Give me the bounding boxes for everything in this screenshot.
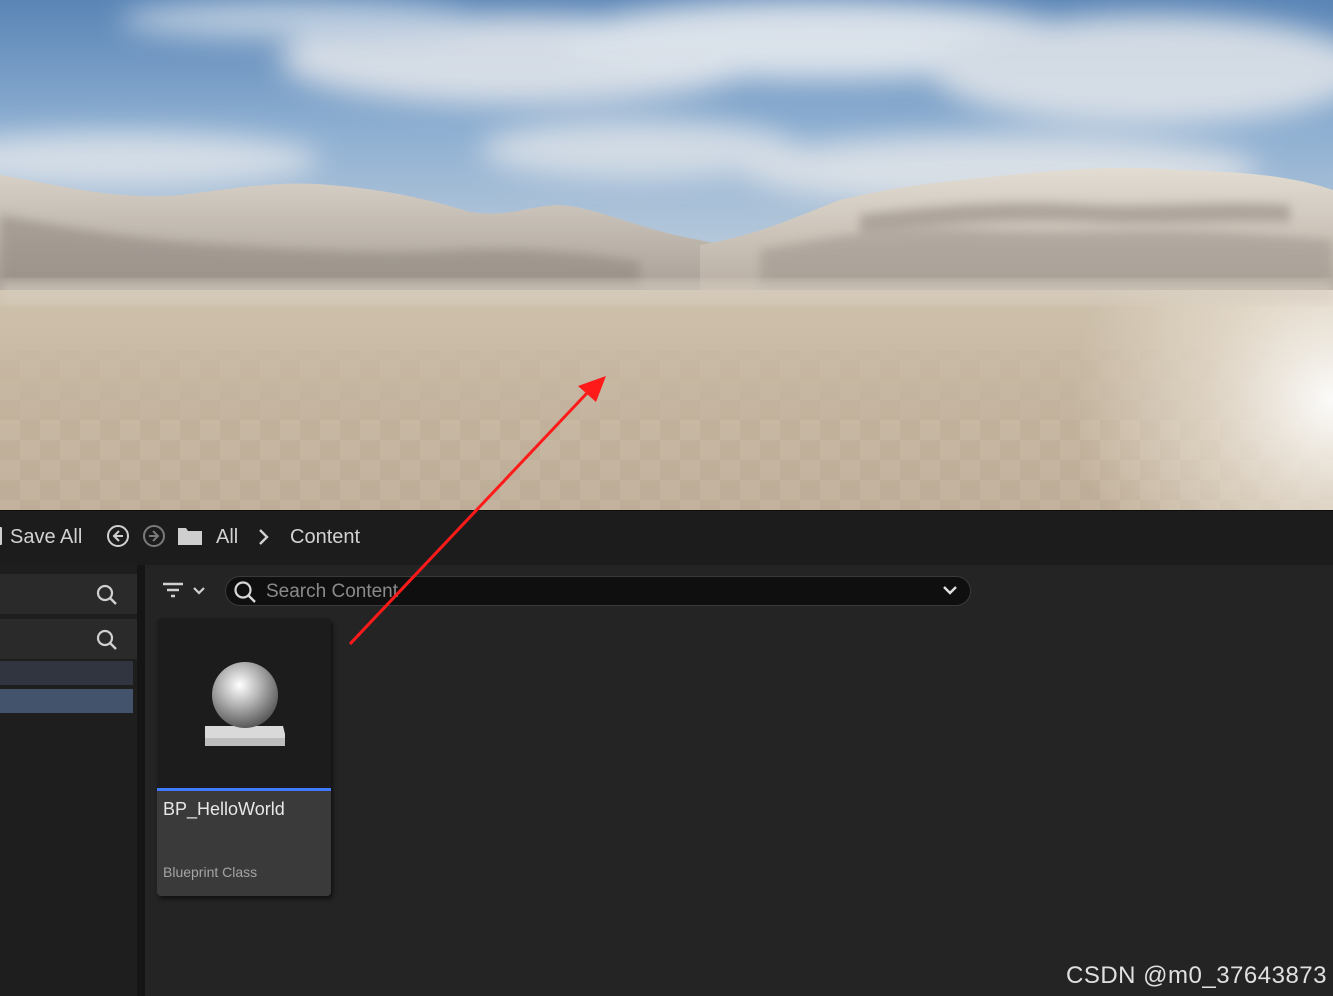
watermark: CSDN @m0_37643873 xyxy=(1065,962,1327,989)
breadcrumb-content[interactable]: Content xyxy=(290,524,360,550)
folder-tree-row-selected[interactable] xyxy=(0,689,133,713)
search-content-box[interactable] xyxy=(225,576,971,606)
filter-dropdown-button[interactable] xyxy=(161,579,211,605)
folder-tree-row[interactable] xyxy=(0,661,133,685)
search-icon[interactable] xyxy=(95,628,119,657)
asset-tile[interactable]: BP_HelloWorld Blueprint Class xyxy=(157,618,331,896)
search-icon[interactable] xyxy=(95,583,119,612)
back-arrow-icon[interactable] xyxy=(106,524,130,553)
asset-name: BP_HelloWorld xyxy=(163,799,285,819)
blueprint-sphere-icon xyxy=(205,662,285,746)
asset-thumbnail xyxy=(157,618,331,788)
sources-panel xyxy=(0,565,137,996)
favorites-search[interactable] xyxy=(0,574,137,614)
folder-icon xyxy=(177,525,203,552)
panel-splitter[interactable] xyxy=(137,565,145,996)
viewport-scene xyxy=(0,0,1333,510)
asset-view: BP_HelloWorld Blueprint Class xyxy=(145,565,1333,996)
asset-type-color-bar xyxy=(157,788,331,791)
asset-type-label: Blueprint Class xyxy=(163,864,258,880)
content-browser-toolbar: Save All All Content xyxy=(0,510,1333,566)
save-all-button[interactable]: Save All xyxy=(10,524,82,550)
forward-arrow-icon[interactable] xyxy=(142,524,166,553)
chevron-right-icon xyxy=(257,528,271,551)
folders-search[interactable] xyxy=(0,619,137,659)
save-icon xyxy=(0,527,4,552)
search-input[interactable] xyxy=(264,579,928,605)
level-viewport[interactable] xyxy=(0,0,1333,510)
unreal-editor-window: Save All All Content Search Content BP_H… xyxy=(0,0,1333,996)
breadcrumb-all[interactable]: All xyxy=(216,524,238,550)
chevron-down-icon[interactable] xyxy=(942,584,958,603)
search-icon xyxy=(232,579,258,610)
